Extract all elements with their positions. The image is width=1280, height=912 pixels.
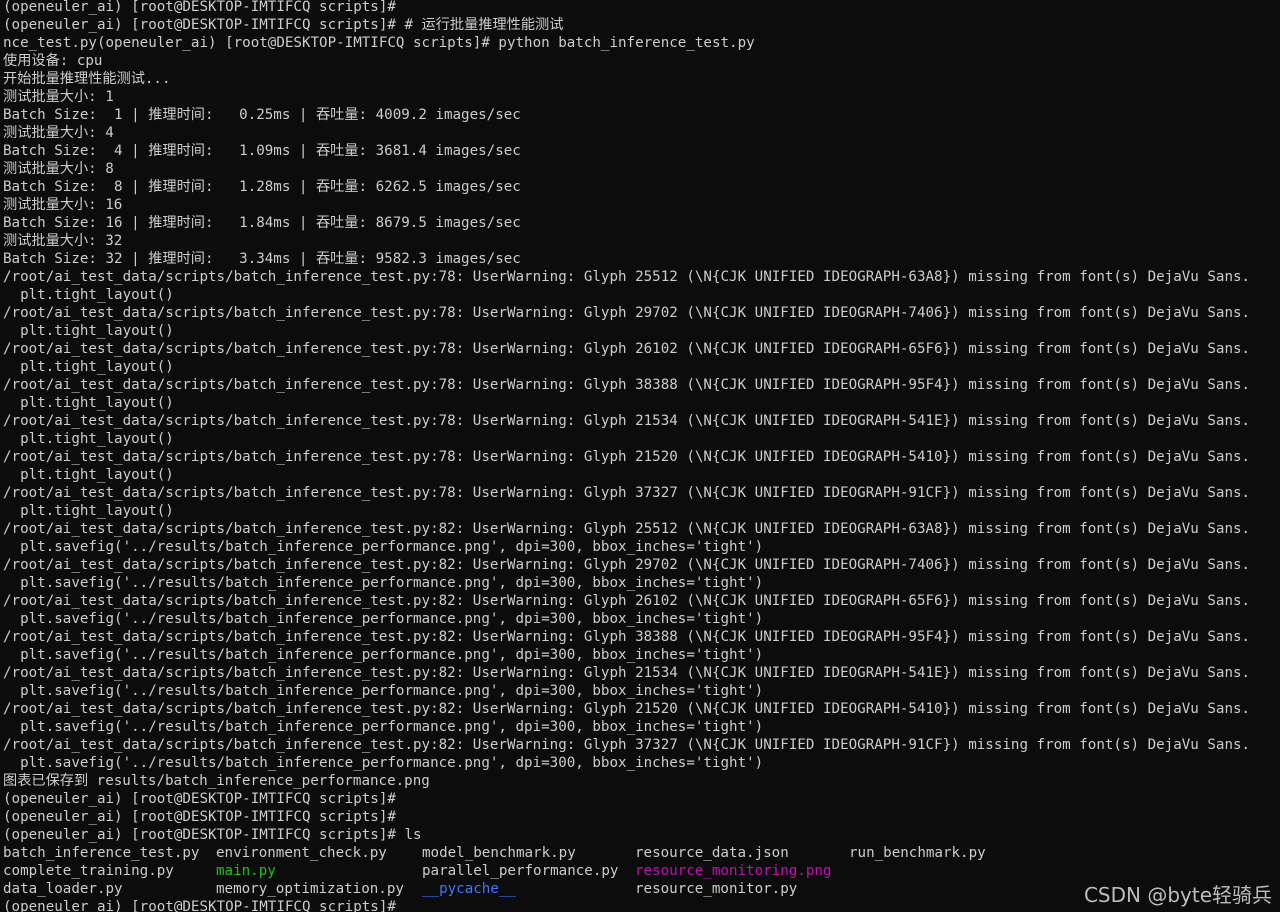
terminal-line: /root/ai_test_data/scripts/batch_inferen… bbox=[3, 305, 1251, 321]
ls-entry: complete_training.py bbox=[3, 863, 174, 879]
ls-entry: run_benchmark.py bbox=[849, 845, 986, 861]
terminal-line: 测试批量大小: 1 bbox=[3, 89, 114, 105]
terminal-line: /root/ai_test_data/scripts/batch_inferen… bbox=[3, 737, 1251, 753]
terminal-line: /root/ai_test_data/scripts/batch_inferen… bbox=[3, 629, 1251, 645]
ls-row: complete_training.py main.py parallel_perf… bbox=[3, 862, 1280, 880]
terminal-line: 使用设备: cpu bbox=[3, 53, 103, 69]
terminal-line: /root/ai_test_data/scripts/batch_inferen… bbox=[3, 449, 1251, 465]
terminal-line: (openeuler_ai) [root@DESKTOP-IMTIFCQ scr… bbox=[3, 809, 396, 825]
terminal-line: plt.savefig('../results/batch_inference_… bbox=[3, 539, 764, 555]
terminal-line: plt.savefig('../results/batch_inference_… bbox=[3, 755, 764, 771]
terminal-line: /root/ai_test_data/scripts/batch_inferen… bbox=[3, 665, 1251, 681]
terminal-line: (openeuler_ai) [root@DESKTOP-IMTIFCQ scr… bbox=[3, 0, 396, 15]
terminal-line: 图表已保存到 results/batch_inference_performan… bbox=[3, 773, 430, 789]
terminal-line: plt.tight_layout() bbox=[3, 431, 174, 447]
ls-entry: data_loader.py bbox=[3, 881, 123, 897]
terminal-output: (openeuler_ai) [root@DESKTOP-IMTIFCQ scr… bbox=[3, 0, 1280, 912]
terminal-line: Batch Size: 16 | 推理时间: 1.84ms | 吞吐量: 867… bbox=[3, 215, 521, 231]
ls-entry: __pycache__ bbox=[422, 881, 516, 897]
terminal-line: Batch Size: 4 | 推理时间: 1.09ms | 吞吐量: 3681… bbox=[3, 143, 521, 159]
terminal-line: plt.savefig('../results/batch_inference_… bbox=[3, 575, 764, 591]
terminal-line: Batch Size: 1 | 推理时间: 0.25ms | 吞吐量: 4009… bbox=[3, 107, 521, 123]
terminal-line: (openeuler_ai) [root@DESKTOP-IMTIFCQ scr… bbox=[3, 17, 564, 33]
ls-entry: memory_optimization.py bbox=[216, 881, 404, 897]
terminal-line: /root/ai_test_data/scripts/batch_inferen… bbox=[3, 269, 1251, 285]
terminal-line: plt.savefig('../results/batch_inference_… bbox=[3, 647, 764, 663]
terminal-line: plt.tight_layout() bbox=[3, 323, 174, 339]
terminal-line: (openeuler_ai) [root@DESKTOP-IMTIFCQ scr… bbox=[3, 791, 396, 807]
terminal-line: plt.savefig('../results/batch_inference_… bbox=[3, 719, 764, 735]
ls-entry: model_benchmark.py bbox=[422, 845, 576, 861]
terminal-line: 测试批量大小: 32 bbox=[3, 233, 123, 249]
terminal-text-lines: (openeuler_ai) [root@DESKTOP-IMTIFCQ scr… bbox=[3, 0, 1280, 844]
terminal-line: /root/ai_test_data/scripts/batch_inferen… bbox=[3, 377, 1251, 393]
terminal-line: nce_test.py(openeuler_ai) [root@DESKTOP-… bbox=[3, 35, 755, 51]
ls-entry: main.py bbox=[216, 863, 276, 879]
terminal-line: 测试批量大小: 16 bbox=[3, 197, 123, 213]
terminal-line: /root/ai_test_data/scripts/batch_inferen… bbox=[3, 593, 1251, 609]
ls-row: batch_inference_test.py environment_check… bbox=[3, 844, 1280, 862]
terminal-line: plt.tight_layout() bbox=[3, 467, 174, 483]
terminal-line: /root/ai_test_data/scripts/batch_inferen… bbox=[3, 485, 1251, 501]
terminal-line: /root/ai_test_data/scripts/batch_inferen… bbox=[3, 521, 1251, 537]
ls-entry: environment_check.py bbox=[216, 845, 387, 861]
watermark: CSDN @byte轻骑兵 bbox=[1083, 883, 1272, 907]
ls-entry: batch_inference_test.py bbox=[3, 845, 200, 861]
terminal-line: plt.tight_layout() bbox=[3, 359, 174, 375]
terminal-line: plt.tight_layout() bbox=[3, 503, 174, 519]
terminal-window[interactable]: (openeuler_ai) [root@DESKTOP-IMTIFCQ scr… bbox=[0, 0, 1280, 912]
ls-entry: resource_monitor.py bbox=[635, 881, 798, 897]
terminal-line: /root/ai_test_data/scripts/batch_inferen… bbox=[3, 701, 1251, 717]
ls-entry: resource_data.json bbox=[635, 845, 789, 861]
terminal-line: /root/ai_test_data/scripts/batch_inferen… bbox=[3, 413, 1251, 429]
terminal-line: (openeuler_ai) [root@DESKTOP-IMTIFCQ scr… bbox=[3, 827, 422, 843]
ls-entry: parallel_performance.py bbox=[422, 863, 619, 879]
terminal-line: 测试批量大小: 4 bbox=[3, 125, 114, 141]
terminal-line: plt.savefig('../results/batch_inference_… bbox=[3, 611, 764, 627]
terminal-line: Batch Size: 8 | 推理时间: 1.28ms | 吞吐量: 6262… bbox=[3, 179, 521, 195]
terminal-line: 开始批量推理性能测试... bbox=[3, 71, 171, 87]
terminal-line: plt.tight_layout() bbox=[3, 287, 174, 303]
terminal-line: /root/ai_test_data/scripts/batch_inferen… bbox=[3, 557, 1251, 573]
terminal-line: /root/ai_test_data/scripts/batch_inferen… bbox=[3, 341, 1251, 357]
terminal-line: plt.tight_layout() bbox=[3, 395, 174, 411]
terminal-line: plt.savefig('../results/batch_inference_… bbox=[3, 683, 764, 699]
terminal-line: Batch Size: 32 | 推理时间: 3.34ms | 吞吐量: 958… bbox=[3, 251, 521, 267]
ls-entry: resource_monitoring.png bbox=[635, 863, 832, 879]
terminal-line: 测试批量大小: 8 bbox=[3, 161, 114, 177]
